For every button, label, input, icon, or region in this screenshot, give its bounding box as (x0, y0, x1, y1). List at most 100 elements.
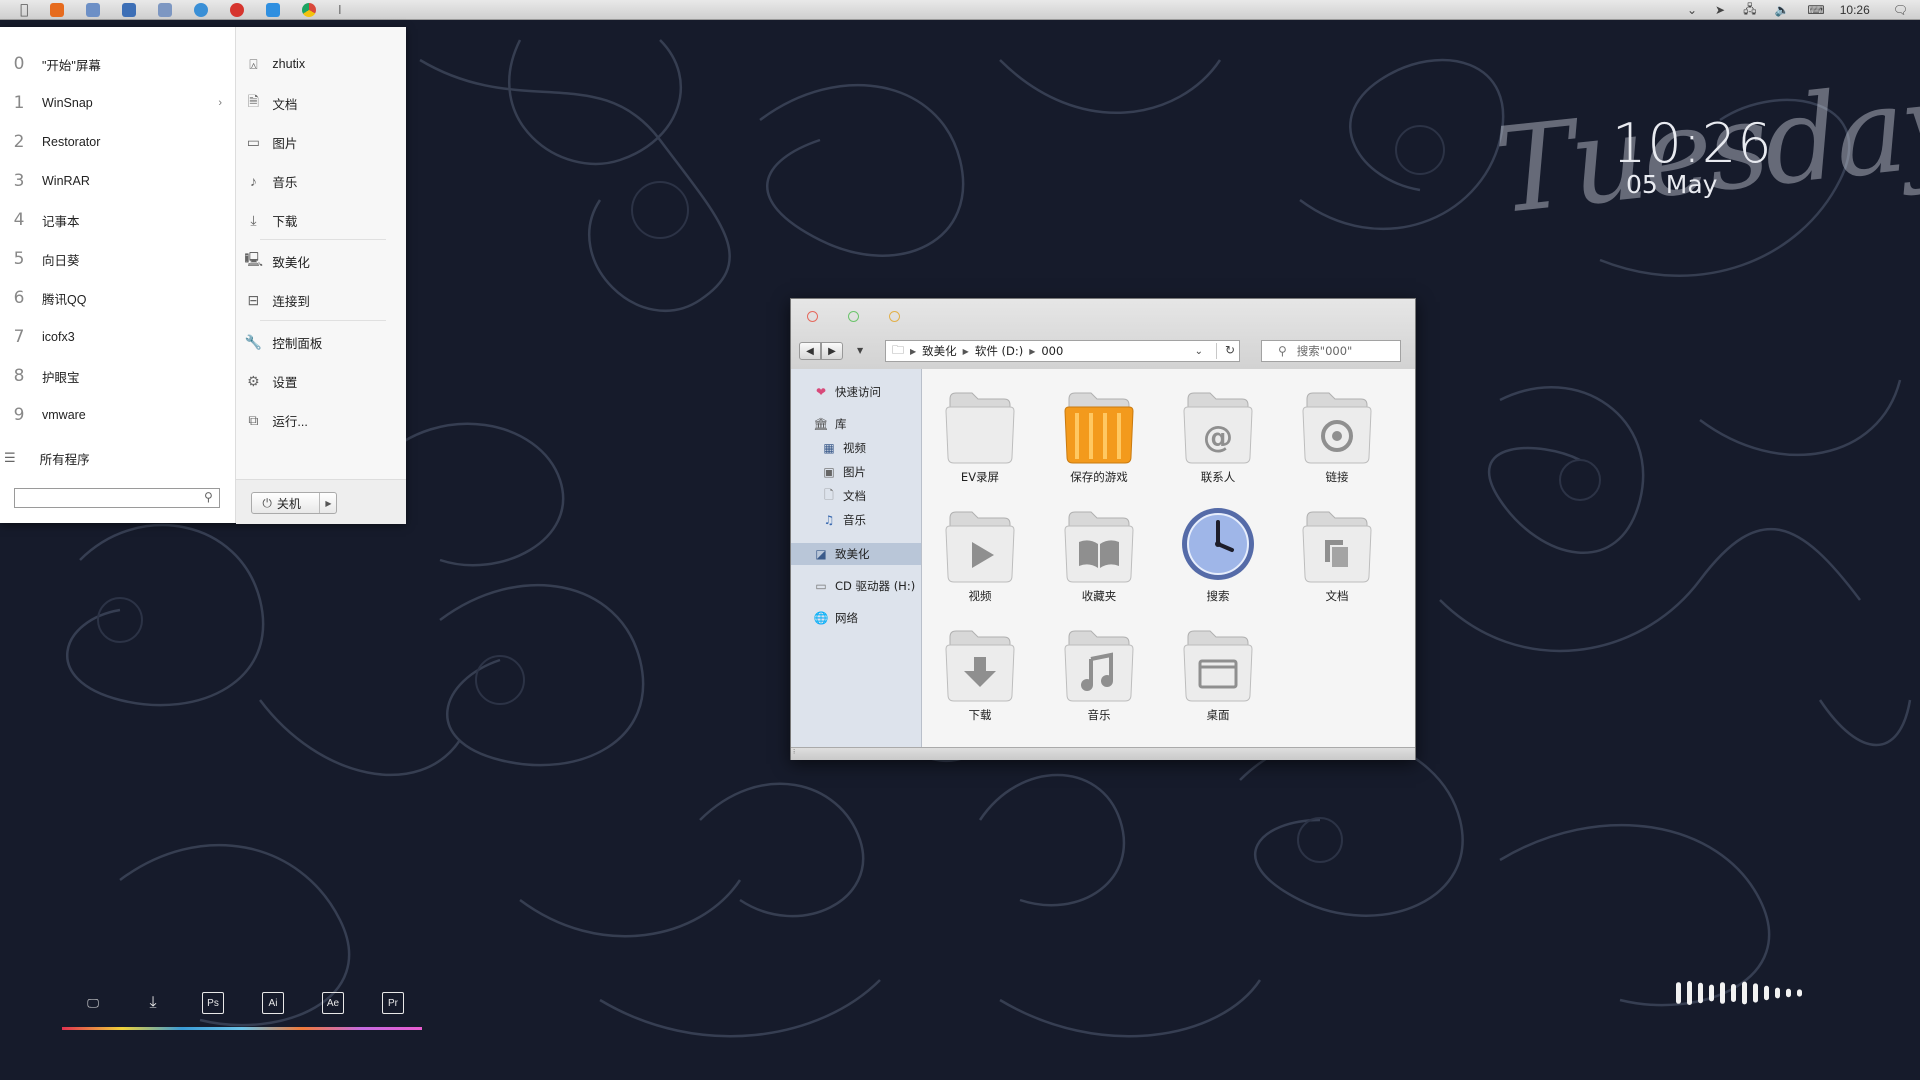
program-label: WinRAR (42, 174, 90, 188)
place-pictures[interactable]: ▭ 图片 (236, 127, 406, 157)
notification-icon[interactable]: 🗨 (1893, 3, 1908, 17)
chrome-icon[interactable] (302, 2, 317, 17)
place-downloads[interactable]: ⤓ 下载 (236, 205, 406, 235)
search-icon[interactable]: ⚲ (204, 490, 213, 504)
place-user[interactable]: ⍓ zhutix (236, 49, 406, 79)
start-menu-programs: 0 "开始"屏幕 1 WinSnap › 2 Restorator 3 WinRAR 4 记… (0, 27, 236, 523)
jump-number: 1 (13, 93, 25, 113)
place-computer[interactable]: 🖳 致美化 (236, 246, 406, 276)
folder-item[interactable]: 搜索 (1166, 498, 1270, 608)
address-dropdown-icon[interactable]: ⌄ (1195, 346, 1203, 357)
all-programs-button[interactable]: ☰ 所有程序 (0, 444, 236, 472)
forward-button[interactable]: ▶ (821, 342, 843, 360)
list-icon: ☰ (4, 450, 16, 466)
folder-item[interactable]: 桌面 (1166, 617, 1270, 727)
program-item-vmware[interactable]: 9 vmware (0, 400, 236, 430)
close-button[interactable] (807, 311, 818, 322)
menubar-clock[interactable]: 10:26 (1840, 3, 1870, 17)
nav-cd-drive[interactable]: ▭ CD 驱动器 (H:) (791, 575, 921, 597)
folder-item[interactable]: EV录屏 (928, 379, 1032, 489)
folder-item[interactable]: 音乐 (1047, 617, 1151, 727)
audio-level-bar (1698, 982, 1703, 1004)
photoshop-icon[interactable]: Ps (202, 992, 224, 1014)
jump-number: 2 (13, 132, 25, 152)
place-documents[interactable]: 🗎 文档 (236, 88, 406, 118)
folder-item[interactable]: @ 联系人 (1166, 379, 1270, 489)
premiere-icon[interactable]: Pr (382, 992, 404, 1014)
illustrator-icon[interactable]: Ai (262, 992, 284, 1014)
overflow-icon[interactable]: ǀ (338, 4, 341, 15)
resize-grip-icon[interactable]: ⁝ (793, 748, 795, 756)
minimize-button[interactable] (848, 311, 859, 322)
program-item-restorator[interactable]: 2 Restorator (0, 127, 236, 157)
shutdown-button[interactable]: ⏻ 关机 ▶ (251, 492, 338, 514)
nav-quick-access[interactable]: ❤ 快速访问 (791, 381, 921, 403)
program-item-winsnap[interactable]: 1 WinSnap › (0, 88, 236, 118)
folder-item[interactable]: 链接 (1285, 379, 1389, 489)
program-item-notepad[interactable]: 4 记事本 (0, 205, 236, 235)
nav-library-documents[interactable]: 🗋 文档 (791, 485, 921, 507)
program-item-eye-protector[interactable]: 8 护眼宝 (0, 361, 236, 391)
wrench-icon: 🔧 (244, 333, 263, 350)
breadcrumb-separator-icon[interactable]: ▶ (910, 347, 916, 356)
history-dropdown-icon[interactable]: ▼ (857, 346, 863, 355)
netease-music-icon[interactable] (230, 2, 245, 17)
nav-library-music[interactable]: ♫ 音乐 (791, 509, 921, 531)
nav-library[interactable]: 🏛 库 (791, 413, 921, 435)
breadcrumb-item[interactable]: 致美化 (922, 343, 957, 359)
breadcrumb-separator-icon[interactable]: ▶ (963, 347, 969, 356)
breadcrumb-separator-icon[interactable]: ▶ (1029, 347, 1035, 356)
breadcrumb-item[interactable]: 000 (1041, 344, 1063, 358)
program-item-sunflower[interactable]: 5 向日葵 (0, 244, 236, 274)
maximize-button[interactable] (889, 311, 900, 322)
chevron-down-icon[interactable]: ⌄ (1687, 3, 1697, 17)
refresh-icon[interactable]: ↻ (1225, 343, 1235, 357)
monitor-icon[interactable]: 🖵 (82, 992, 104, 1014)
jump-number: 5 (13, 249, 25, 269)
music-icon: ♪ (249, 173, 257, 189)
shutdown-options-arrow-icon[interactable]: ▶ (319, 493, 336, 513)
telegram-icon[interactable] (194, 2, 209, 17)
network-icon[interactable]: 🖧 (1743, 0, 1756, 21)
notepad-icon[interactable] (86, 2, 101, 17)
start-search-input[interactable] (14, 488, 220, 508)
place-music[interactable]: ♪ 音乐 (236, 166, 406, 196)
folder-icon[interactable] (266, 2, 281, 17)
folder-item[interactable]: 文档 (1285, 498, 1389, 608)
back-button[interactable]: ◀ (799, 342, 821, 360)
mail-icon[interactable] (158, 2, 173, 17)
place-run[interactable]: ⧉ 运行... (236, 405, 406, 435)
place-settings[interactable]: ⚙ 设置 (236, 366, 406, 396)
music-icon: ♫ (823, 513, 835, 527)
search-icon: ⚲ (1278, 344, 1287, 358)
window-titlebar[interactable]: ◀ ▶ ▼ 🗀 ▶ 致美化 ▶ 软件 (D:) ▶ 000 ⌄ ↻ ⚲ 搜索"0… (791, 299, 1415, 370)
nav-this-pc[interactable]: ◪ 致美化 (791, 543, 921, 565)
folder-item[interactable]: 下载 (928, 617, 1032, 727)
download-icon[interactable]: ⤓ (142, 992, 164, 1014)
place-connect-to[interactable]: ⊟ 连接到 (236, 285, 406, 315)
address-bar[interactable]: 🗀 ▶ 致美化 ▶ 软件 (D:) ▶ 000 ⌄ ↻ (885, 340, 1240, 362)
apple-icon[interactable]:  (20, 2, 28, 18)
jump-number: 8 (13, 366, 25, 386)
after-effects-icon[interactable]: Ae (322, 992, 344, 1014)
keyboard-icon[interactable]: ⌨ (1807, 3, 1824, 17)
folder-item[interactable]: 收藏夹 (1047, 498, 1151, 608)
send-icon[interactable]: ➤ (1715, 3, 1725, 17)
volume-icon[interactable]: 🔈 (1774, 3, 1789, 17)
nav-network[interactable]: 🌐 网络 (791, 607, 921, 629)
firefox-icon[interactable] (50, 2, 65, 17)
save-icon[interactable] (122, 2, 137, 17)
program-item-start-screen[interactable]: 0 "开始"屏幕 (0, 49, 236, 79)
program-item-qq[interactable]: 6 腾讯QQ (0, 283, 236, 313)
nav-library-videos[interactable]: ▦ 视频 (791, 437, 921, 459)
explorer-search-input[interactable]: ⚲ 搜索"000" (1261, 340, 1401, 362)
nav-library-pictures[interactable]: ▣ 图片 (791, 461, 921, 483)
folder-item[interactable]: 视频 (928, 498, 1032, 608)
breadcrumb-item[interactable]: 软件 (D:) (975, 343, 1023, 359)
folder-video-icon (945, 511, 1015, 583)
program-item-winrar[interactable]: 3 WinRAR (0, 166, 236, 196)
program-item-icofx3[interactable]: 7 icofx3 (0, 322, 236, 352)
place-control-panel[interactable]: 🔧 控制面板 (236, 327, 406, 357)
folder-item[interactable]: 保存的游戏 (1047, 379, 1151, 489)
submenu-arrow-icon[interactable]: › (218, 97, 222, 109)
